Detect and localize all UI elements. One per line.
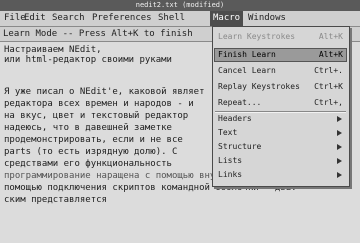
- menu-edit[interactable]: Edit: [24, 11, 46, 26]
- menu-item-links[interactable]: Links: [215, 169, 346, 181]
- menu-item-replay-keystrokes[interactable]: Replay Keystrokes Ctrl+K: [215, 81, 346, 93]
- menu-item-repeat[interactable]: Repeat... Ctrl+,: [215, 97, 346, 109]
- text-line: продемонстрировать, если и не все: [4, 135, 183, 145]
- macro-dropdown-menu: Learn Keystrokes Alt+K Finish Learn Alt+…: [212, 26, 350, 187]
- text-line: или html-редактор своими руками: [4, 55, 172, 65]
- menubar: File Edit Search Preferences Shell Macro…: [0, 11, 360, 27]
- text-line: Настраиваем NEdit,: [4, 45, 102, 55]
- menu-item-finish-learn[interactable]: Finish Learn Alt+K: [214, 48, 347, 62]
- menu-windows[interactable]: Windows: [248, 11, 286, 26]
- menu-item-learn-keystrokes[interactable]: Learn Keystrokes Alt+K: [215, 31, 346, 43]
- window-title: nedit2.txt (modified): [0, 0, 360, 11]
- text-line: редактора всех времен и народов - и: [4, 99, 194, 109]
- menu-item-text[interactable]: Text: [215, 127, 346, 139]
- menu-search[interactable]: Search: [52, 11, 85, 26]
- menu-item-lists[interactable]: Lists: [215, 155, 346, 167]
- text-line: на вкус, цвет и текстовый редактор: [4, 111, 189, 121]
- text-line: средствами его функциональность: [4, 159, 172, 169]
- menu-item-headers[interactable]: Headers: [215, 113, 346, 125]
- submenu-arrow-icon: [337, 158, 342, 164]
- submenu-arrow-icon: [337, 144, 342, 150]
- menu-item-structure[interactable]: Structure: [215, 141, 346, 153]
- submenu-arrow-icon: [337, 130, 342, 136]
- text-line: ским представляется: [4, 195, 107, 205]
- text-line: надеюсь, что в давешней заметке: [4, 123, 172, 133]
- submenu-arrow-icon: [337, 116, 342, 122]
- menu-shell[interactable]: Shell: [158, 11, 185, 26]
- menu-file[interactable]: File: [4, 11, 26, 26]
- text-line: parts (то есть изрядную долю). С: [4, 147, 178, 157]
- menu-preferences[interactable]: Preferences: [92, 11, 152, 26]
- submenu-arrow-icon: [337, 172, 342, 178]
- text-line: Я уже писал о NEdit'е, каковой являет: [4, 87, 205, 97]
- learn-mode-text: Learn Mode -- Press Alt+K to finish: [3, 29, 193, 39]
- menu-macro[interactable]: Macro: [210, 11, 244, 26]
- menu-item-cancel-learn[interactable]: Cancel Learn Ctrl+.: [215, 65, 346, 77]
